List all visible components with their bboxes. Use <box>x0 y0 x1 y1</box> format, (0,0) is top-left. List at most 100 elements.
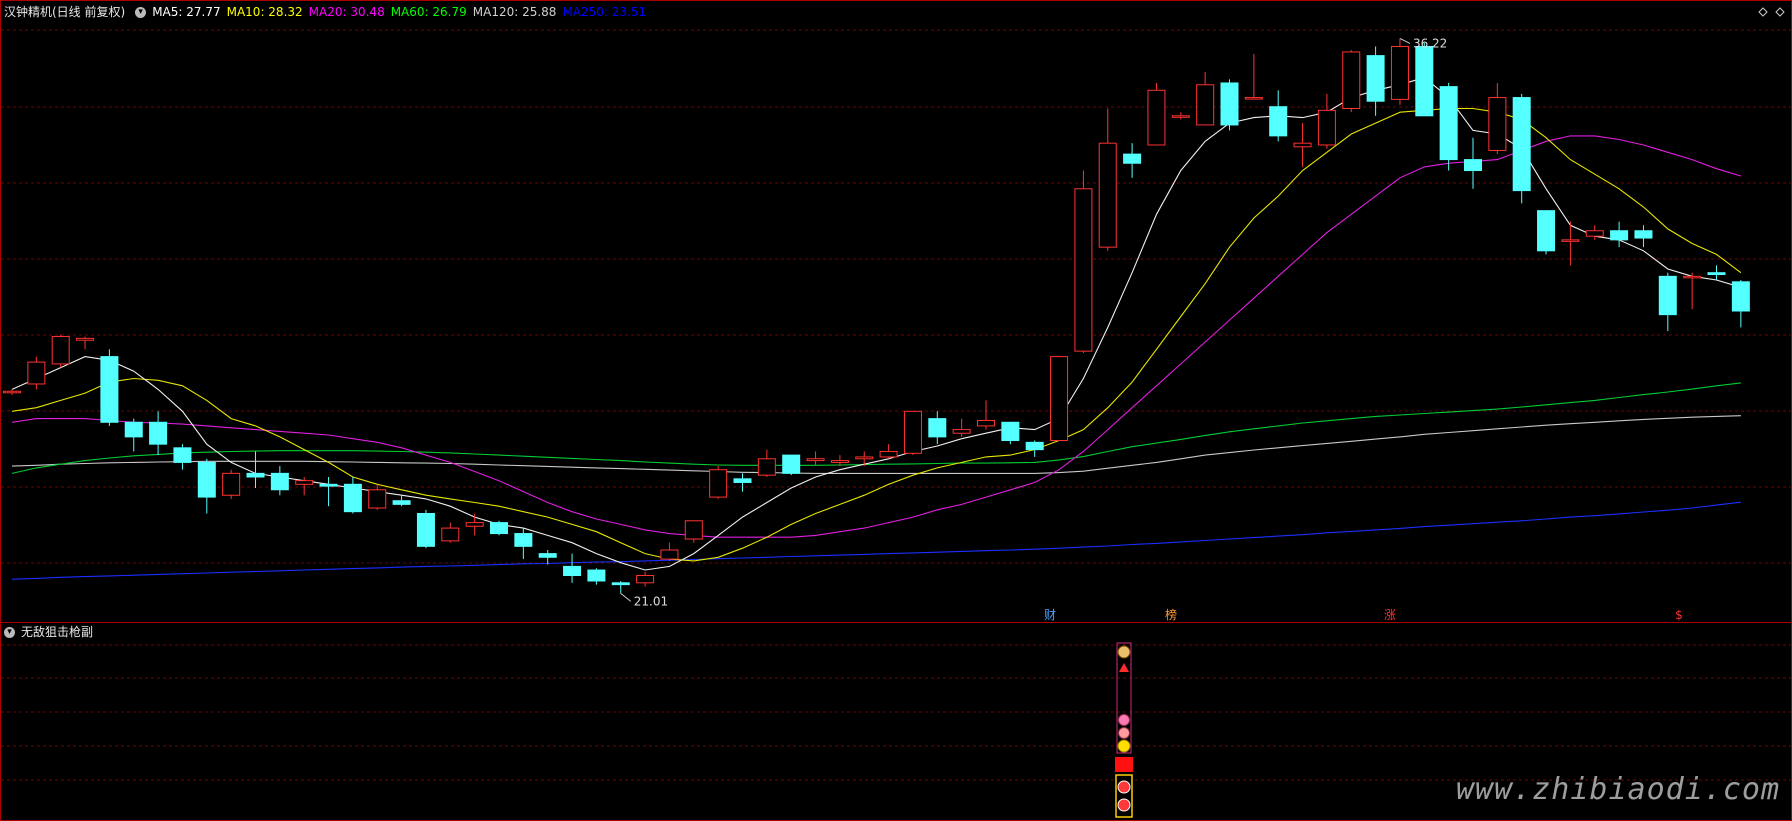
candle[interactable] <box>1390 38 1409 105</box>
candle-body <box>1171 115 1190 118</box>
candle-body <box>1658 275 1677 316</box>
candle[interactable] <box>1147 82 1166 146</box>
candle-body <box>1244 97 1263 100</box>
candle[interactable] <box>684 520 703 543</box>
candle-body <box>441 527 460 542</box>
candle[interactable] <box>1537 210 1556 255</box>
candle-body <box>1025 441 1044 451</box>
candle-body <box>51 336 70 365</box>
candle[interactable] <box>1415 42 1434 117</box>
candle-body <box>782 454 801 474</box>
candle[interactable] <box>1050 356 1069 442</box>
candle-body <box>952 429 971 434</box>
stock-chart-window[interactable]: 36.22 21.01 财 榜 涨 $ <box>0 0 1792 821</box>
red-signal-block <box>1115 757 1133 772</box>
candle-body <box>392 500 411 505</box>
candle-body <box>587 569 606 582</box>
candle-body <box>977 419 995 427</box>
candle-body <box>611 582 630 586</box>
red-ball-icon[interactable] <box>1117 780 1131 794</box>
event-marker[interactable]: 涨 <box>1384 607 1396 622</box>
ma-legend-item: MA5: 27.77 <box>152 5 221 19</box>
candle-body <box>246 472 265 478</box>
candle-body <box>1123 153 1142 164</box>
candle-body <box>222 472 241 496</box>
candle-body <box>416 512 435 547</box>
candle-body <box>806 458 825 462</box>
candle-body <box>197 461 216 498</box>
high-price-label: 36.22 <box>1413 36 1447 50</box>
candle[interactable] <box>1220 79 1239 131</box>
candle-body <box>1074 188 1093 352</box>
ma-legend-item: MA120: 25.88 <box>472 5 557 19</box>
candle-body <box>343 483 362 513</box>
event-marker[interactable]: 财 <box>1044 608 1056 622</box>
stock-title[interactable]: 汉钟精机(日线 前复权) <box>4 5 125 19</box>
ma-legend-item: MA250: 23.51 <box>562 5 647 19</box>
ma-legend-item: MA20: 30.48 <box>308 5 385 19</box>
red-ball-icon[interactable] <box>1117 798 1131 812</box>
candle-body <box>1147 89 1166 146</box>
candle-body <box>368 489 387 509</box>
candle-body <box>1488 97 1507 151</box>
candle-body <box>636 575 655 584</box>
candle-body <box>1561 239 1580 242</box>
candle-body <box>295 480 314 485</box>
candle-body <box>124 421 143 438</box>
candle[interactable] <box>100 349 119 426</box>
money-bag-icon[interactable] <box>1117 645 1131 659</box>
candle-body <box>1098 142 1117 248</box>
candle-body <box>1342 51 1361 110</box>
candle[interactable] <box>1439 82 1458 171</box>
candle-body <box>149 421 168 445</box>
event-marker[interactable]: $ <box>1675 608 1683 622</box>
candle[interactable] <box>903 410 922 456</box>
indicator-menu-icon[interactable]: ▾ <box>4 627 15 638</box>
candle-body <box>538 553 557 558</box>
candle[interactable] <box>709 466 728 499</box>
candle[interactable] <box>416 509 435 549</box>
candle-body <box>709 469 728 498</box>
candle-body <box>879 450 898 458</box>
candle-body <box>757 458 776 476</box>
candle-body <box>1731 281 1750 312</box>
pig-icon[interactable] <box>1118 714 1130 726</box>
candle-body <box>100 356 119 423</box>
candle-body <box>1269 106 1288 137</box>
candle-body <box>514 533 533 547</box>
candle-body <box>1585 230 1604 237</box>
ma-legend: MA5: 27.77 MA10: 28.32 MA20: 30.48 MA60: 26… <box>152 5 652 19</box>
candle-body <box>76 337 95 341</box>
candle[interactable] <box>1074 170 1093 353</box>
watermark: www.zhibiaodi.com <box>1455 772 1780 807</box>
candle-body <box>1683 275 1702 279</box>
candle-body <box>563 565 582 577</box>
candle-body <box>1317 109 1336 146</box>
smiley-icon[interactable] <box>1117 739 1131 753</box>
candle-body <box>27 361 46 385</box>
candle[interactable] <box>51 334 70 368</box>
candle-body <box>660 549 679 560</box>
candle[interactable] <box>490 520 508 536</box>
settings-circle-icon[interactable]: ▾ <box>135 7 147 18</box>
indicator-title[interactable]: 无敌狙击枪副 <box>21 625 93 639</box>
candle[interactable] <box>222 469 241 499</box>
candle[interactable] <box>1342 50 1361 113</box>
candle[interactable] <box>1001 421 1020 445</box>
candle-body <box>1707 272 1726 276</box>
ma-legend-item: MA60: 26.79 <box>390 5 467 19</box>
candle[interactable] <box>1512 93 1531 204</box>
candle-body <box>173 447 192 463</box>
low-price-label: 21.01 <box>634 594 668 608</box>
candle-body <box>1610 230 1629 241</box>
ma-legend-item: MA10: 28.32 <box>226 5 303 19</box>
candle-body <box>1439 86 1458 161</box>
candle-body <box>903 410 922 454</box>
candle-body <box>465 522 484 527</box>
candle-body <box>733 478 752 483</box>
candle-body <box>1196 84 1215 126</box>
candle[interactable] <box>782 454 801 476</box>
event-marker[interactable]: 榜 <box>1165 607 1177 622</box>
face-icon[interactable] <box>1118 727 1130 739</box>
candle-body <box>830 460 849 463</box>
